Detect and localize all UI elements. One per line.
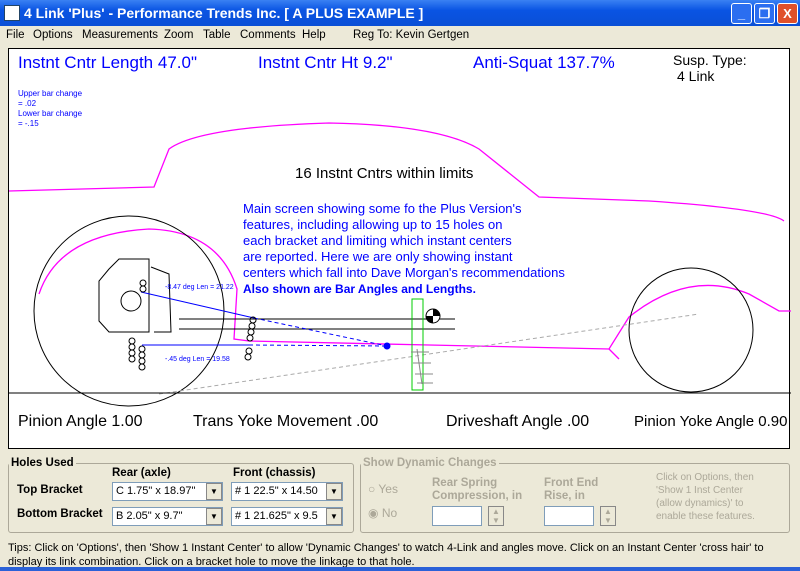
- rear-spring-input[interactable]: [432, 506, 482, 526]
- bottom-rear-value: B 2.05" x 9.7": [116, 510, 183, 522]
- taskbar: [0, 567, 800, 571]
- note-line: enable these features.: [656, 511, 755, 522]
- no-label: No: [381, 506, 398, 520]
- trans-yoke-movement: Trans Yoke Movement .00: [193, 413, 379, 430]
- close-button[interactable]: X: [777, 3, 798, 24]
- bottom-rear-select[interactable]: B 2.05" x 9.7" ▼: [112, 507, 223, 526]
- front-end-label: Front End: [544, 477, 599, 489]
- front-end-label-2: Rise, in: [544, 490, 585, 502]
- front-end-spinner[interactable]: ▲ ▼: [600, 506, 616, 526]
- chevron-down-icon[interactable]: ▼: [206, 483, 222, 500]
- top-rear-value: C 1.75" x 18.97": [116, 485, 196, 497]
- description-line: centers which fall into Dave Morgan's re…: [243, 265, 565, 280]
- anti-squat-readout: Anti-Squat 137.7%: [473, 53, 615, 72]
- lower-bar-change-label: Lower bar change: [18, 109, 83, 118]
- description-line: features, including allowing up to 15 ho…: [243, 217, 503, 232]
- window-title: 4 Link 'Plus' - Performance Trends Inc. …: [24, 5, 424, 21]
- chevron-down-icon[interactable]: ▼: [326, 483, 342, 500]
- yes-label: Yes: [378, 482, 398, 496]
- top-bracket-label: Top Bracket: [17, 484, 83, 496]
- links: [140, 291, 391, 350]
- top-rear-select[interactable]: C 1.75" x 18.97" ▼: [112, 482, 223, 501]
- description-line: are reported. Here we are only showing i…: [243, 249, 513, 264]
- note-line: (allow dynamics)' to: [656, 498, 744, 509]
- susp-type-value: 4 Link: [677, 68, 715, 84]
- description: Main screen showing some fo the Plus Ver…: [243, 201, 565, 297]
- susp-type-label: Susp. Type:: [673, 52, 747, 68]
- lower-bar-label: -.45 deg Len = 19.58: [165, 356, 230, 363]
- pinion-yoke-angle: Pinion Yoke Angle 0.90: [634, 413, 788, 430]
- note-line: 'Show 1 Inst Center: [656, 485, 743, 496]
- menu-file[interactable]: File: [6, 29, 25, 41]
- bottom-front-value: # 1 21.625" x 9.5: [235, 510, 318, 522]
- top-front-select[interactable]: # 1 22.5" x 14.50 ▼: [231, 482, 343, 501]
- driveshaft-angle: Driveshaft Angle .00: [446, 413, 590, 430]
- menu-table[interactable]: Table: [203, 29, 231, 41]
- dynamic-legend: Show Dynamic Changes: [363, 457, 497, 469]
- menu-options[interactable]: Options: [33, 29, 73, 41]
- chevron-down-icon[interactable]: ▼: [326, 508, 342, 525]
- rear-spring-label: Rear Spring: [432, 477, 498, 489]
- title-bar: 4 Link 'Plus' - Performance Trends Inc. …: [0, 0, 800, 26]
- rear-spring-label-2: Compression, in: [432, 490, 523, 502]
- pinion-angle: Pinion Angle 1.00: [18, 413, 143, 430]
- description-line: Main screen showing some fo the Plus Ver…: [243, 201, 522, 216]
- anti-squat-line: [158, 313, 700, 395]
- description-line: each bracket and limiting which instant …: [243, 233, 512, 248]
- tips-text: Tips: Click on 'Options', then 'Show 1 I…: [8, 542, 764, 568]
- top-front-value: # 1 22.5" x 14.50: [235, 485, 318, 497]
- front-end-input[interactable]: [544, 506, 594, 526]
- bottom-front-select[interactable]: # 1 21.625" x 9.5 ▼: [231, 507, 343, 526]
- rear-spring-spinner[interactable]: ▲ ▼: [488, 506, 504, 526]
- lower-bar-change-value: = -.15: [18, 119, 39, 128]
- chevron-down-icon[interactable]: ▼: [206, 508, 222, 525]
- ic-height-readout: Instnt Cntr Ht 9.2": [258, 53, 393, 72]
- menu-bar: File Options Measurements Zoom Table Com…: [0, 26, 800, 45]
- holes-used-legend: Holes Used: [11, 457, 74, 469]
- bottom-bracket-label: Bottom Bracket: [17, 508, 103, 520]
- registration: Reg To: Kevin Gertgen: [353, 29, 470, 41]
- rear-header: Rear (axle): [112, 467, 171, 479]
- note-line: Click on Options, then: [656, 472, 754, 483]
- front-header: Front (chassis): [233, 467, 316, 479]
- suspension-drawing[interactable]: Instnt Cntr Length 47.0" Instnt Cntr Ht …: [8, 48, 791, 449]
- description-bold: Also shown are Bar Angles and Lengths.: [243, 282, 476, 296]
- minimize-button[interactable]: _: [731, 3, 752, 24]
- menu-zoom[interactable]: Zoom: [164, 29, 193, 41]
- upper-bar-change-value: = .02: [18, 99, 37, 108]
- maximize-button[interactable]: ❐: [754, 3, 775, 24]
- upper-bar-label: -8.47 deg Len = 21.22: [165, 284, 234, 291]
- menu-help[interactable]: Help: [302, 29, 326, 41]
- app-icon: [4, 5, 20, 21]
- dynamic-note: Click on Options, then 'Show 1 Inst Cent…: [656, 471, 755, 523]
- no-radio[interactable]: ◉ No: [368, 506, 397, 520]
- yes-radio[interactable]: ○ Yes: [368, 482, 398, 496]
- cg-marker-icon: [425, 308, 441, 324]
- menu-measurements[interactable]: Measurements: [82, 29, 158, 41]
- ic-count: 16 Instnt Cntrs within limits: [295, 165, 474, 182]
- upper-bar-change-label: Upper bar change: [18, 89, 83, 98]
- ic-length-readout: Instnt Cntr Length 47.0": [18, 53, 197, 72]
- menu-comments[interactable]: Comments: [240, 29, 296, 41]
